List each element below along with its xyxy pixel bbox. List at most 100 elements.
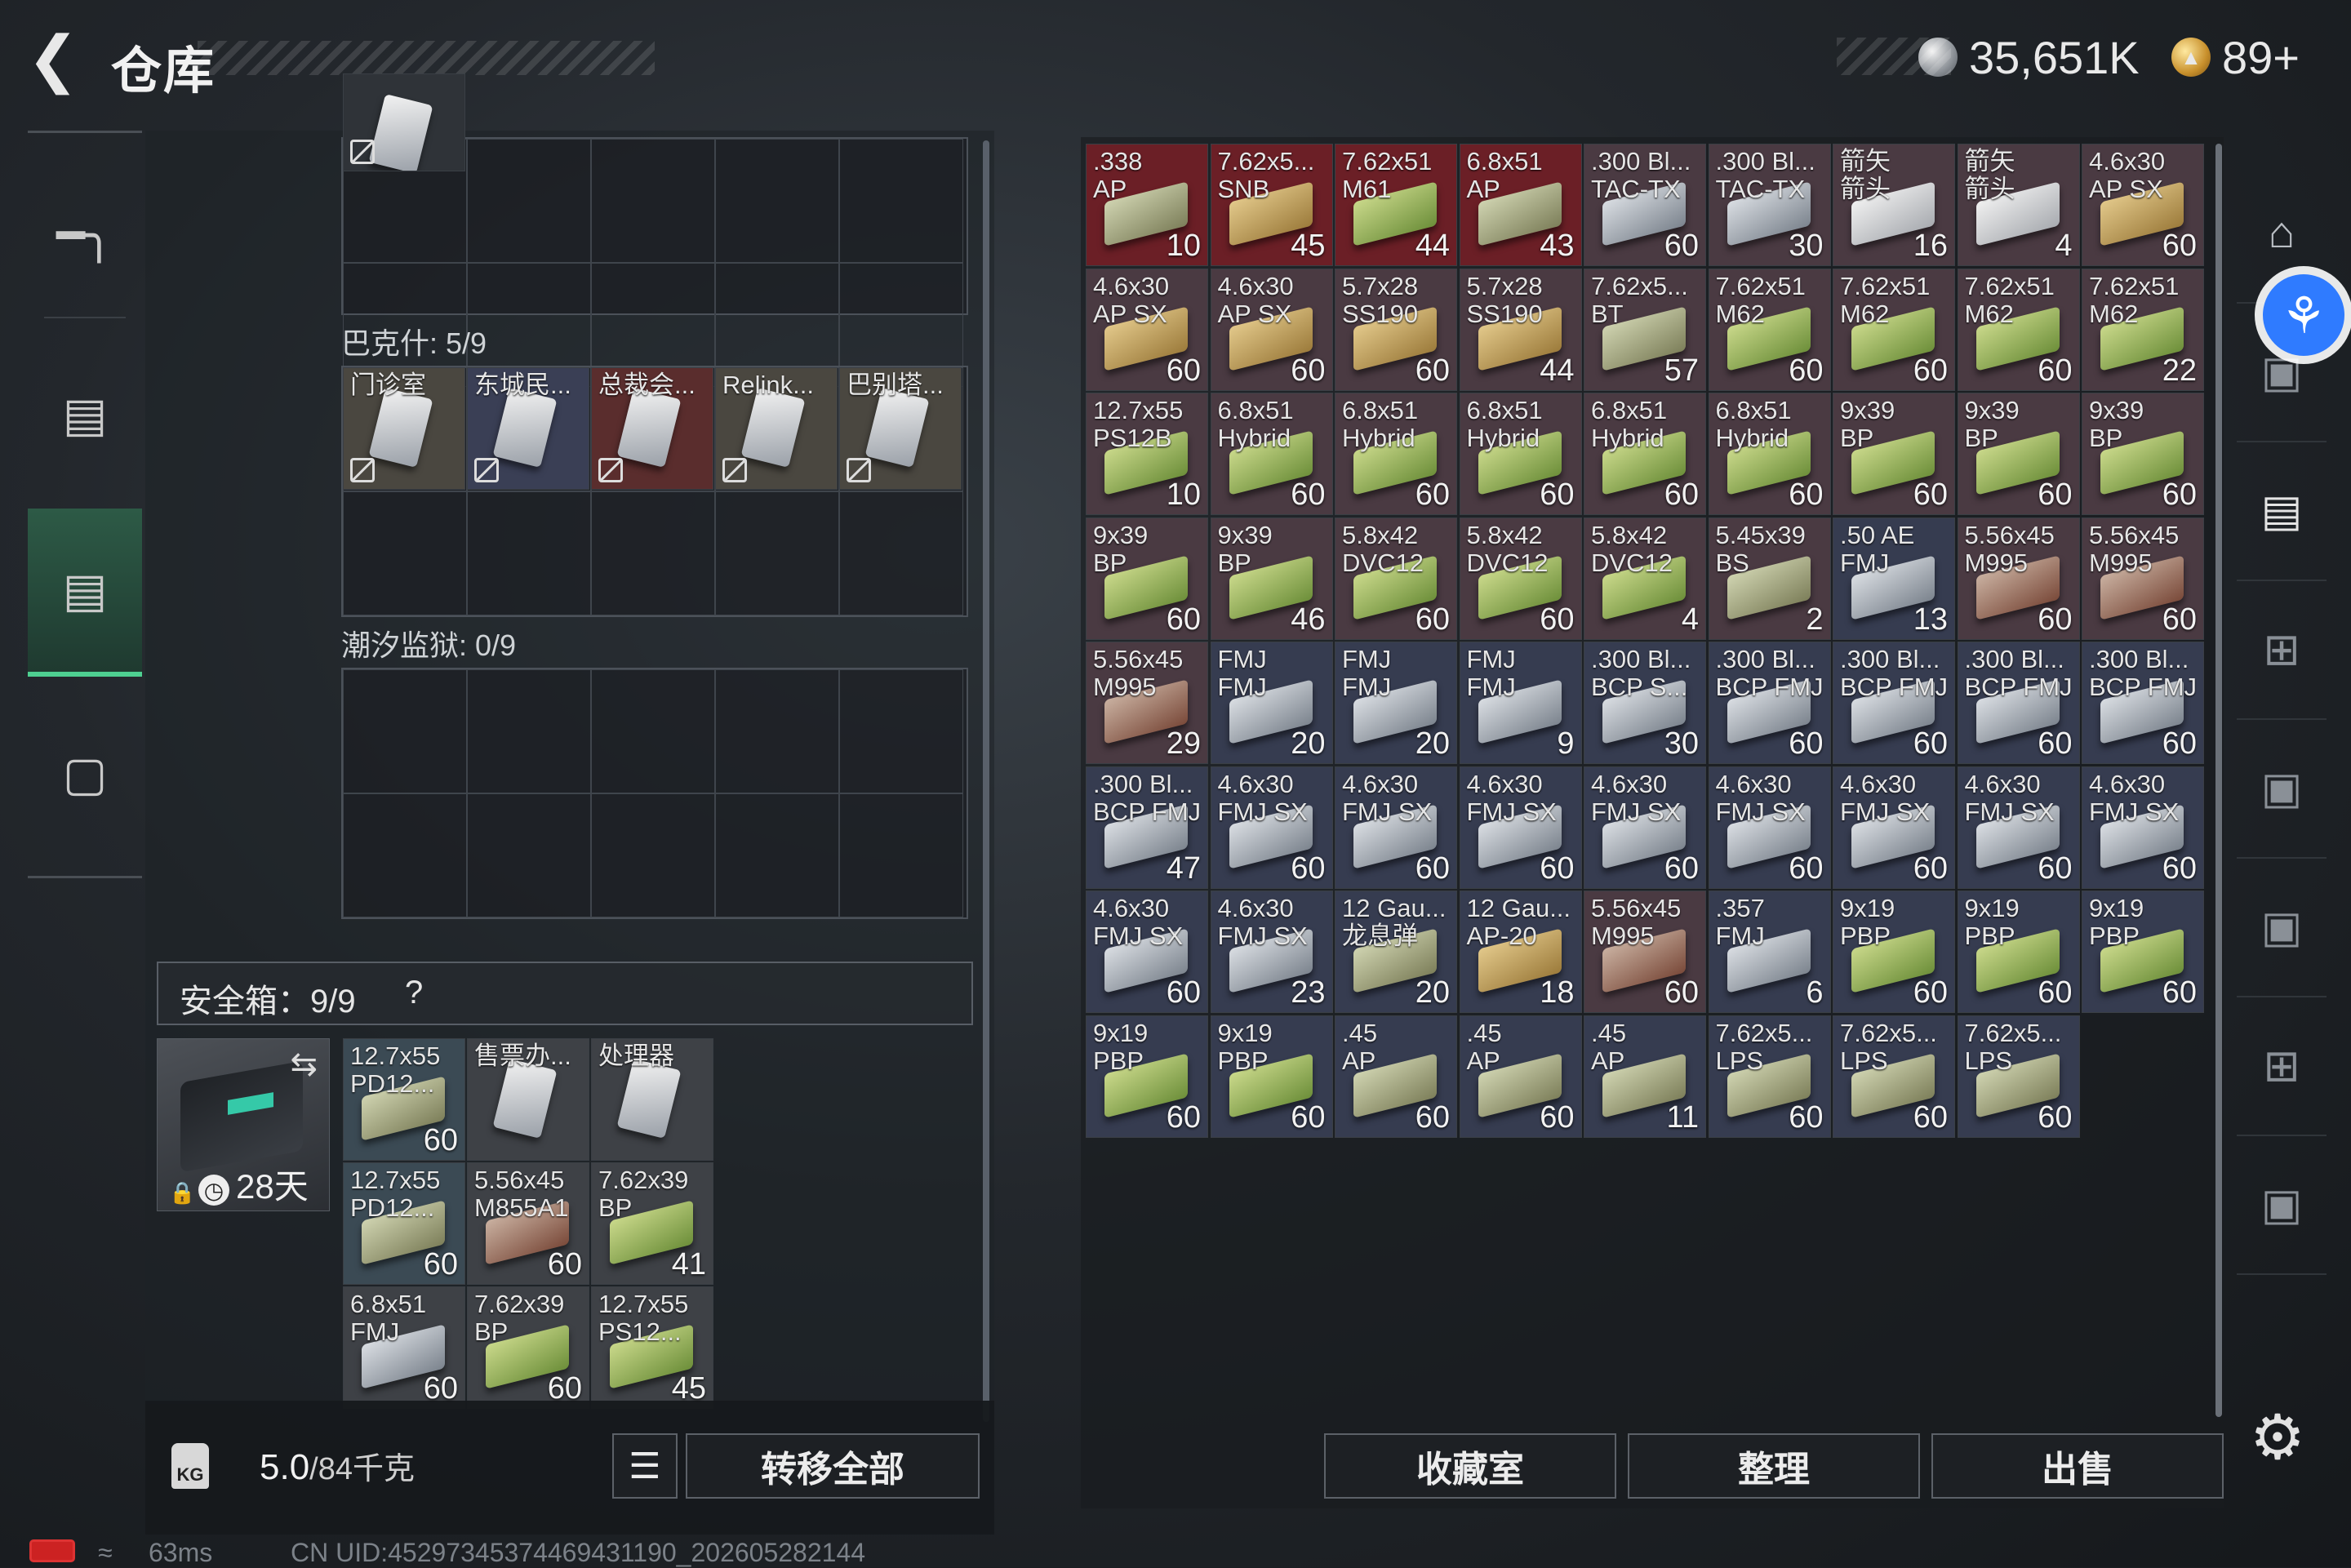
empty-slot[interactable] xyxy=(343,669,467,793)
item-slot[interactable]: 门诊室 xyxy=(343,367,465,490)
item-slot[interactable]: 7.62x51 M62 60 xyxy=(1708,268,1831,391)
storage-tab-iv-2[interactable]: ▣ xyxy=(2237,718,2327,859)
empty-slot[interactable] xyxy=(839,139,963,263)
empty-slot[interactable] xyxy=(839,793,963,917)
item-slot[interactable]: .300 Bl... TAC-TX 60 xyxy=(1584,144,1706,266)
item-slot[interactable]: 9x19 PBP 60 xyxy=(1957,891,2080,1013)
item-slot[interactable]: 12 Gau... AP-20 18 xyxy=(1459,891,1582,1013)
empty-slot[interactable] xyxy=(467,793,591,917)
item-slot[interactable]: 9x19 PBP 60 xyxy=(2082,891,2204,1013)
item-slot[interactable]: 6.8x51 Hybrid 60 xyxy=(1708,393,1831,515)
item-slot[interactable]: .300 Bl... BCP FMJ 60 xyxy=(1957,642,2080,764)
item-slot[interactable]: 12.7x55 PS12B 10 xyxy=(1086,393,1208,515)
item-slot[interactable]: 5.56x45 M995 29 xyxy=(1086,642,1208,764)
item-slot[interactable]: 6.8x51 Hybrid 60 xyxy=(1210,393,1333,515)
item-slot[interactable]: .300 Bl... BCP FMJ 60 xyxy=(1833,642,1955,764)
item-slot[interactable]: 4.6x30 FMJ SX 60 xyxy=(1210,766,1333,889)
empty-slot[interactable] xyxy=(715,669,839,793)
item-slot[interactable]: .300 Bl... BCP S... 30 xyxy=(1584,642,1706,764)
item-slot[interactable] xyxy=(343,73,465,171)
item-slot[interactable]: 东城民... xyxy=(467,367,589,490)
item-slot[interactable]: 4.6x30 FMJ SX 60 xyxy=(1708,766,1831,889)
accessibility-icon[interactable]: ⚘ xyxy=(2263,274,2344,356)
item-slot[interactable]: .300 Bl... BCP FMJ 60 xyxy=(2082,642,2204,764)
item-slot[interactable]: 总裁会... xyxy=(591,367,713,490)
item-slot[interactable]: 5.56x45 M855A1 60 xyxy=(467,1162,589,1285)
storage-scrollbar[interactable] xyxy=(2215,144,2222,1417)
container-scrollbar[interactable] xyxy=(983,140,989,1422)
item-slot[interactable]: 9x19 PBP 60 xyxy=(1210,1015,1333,1138)
item-slot[interactable]: 4.6x30 FMJ SX 60 xyxy=(1086,891,1208,1013)
item-slot[interactable]: 7.62x5... LPS 60 xyxy=(1708,1015,1831,1138)
empty-slot[interactable] xyxy=(343,491,467,615)
item-slot[interactable]: 7.62x5... SNB 45 xyxy=(1210,144,1333,266)
item-slot[interactable]: 9x19 PBP 60 xyxy=(1086,1015,1208,1138)
item-slot[interactable]: 12.7x55 PD12... 60 xyxy=(343,1038,465,1161)
item-slot[interactable]: 12 Gau... 龙息弹 20 xyxy=(1335,891,1457,1013)
empty-slot[interactable] xyxy=(715,139,839,263)
item-slot[interactable]: 5.8x42 DVC12 60 xyxy=(1335,517,1457,640)
item-slot[interactable]: 9x39 BP 60 xyxy=(1086,517,1208,640)
item-slot[interactable]: .50 AE FMJ 13 xyxy=(1833,517,1955,640)
sidebar-item-backpack[interactable]: ▤ xyxy=(28,333,142,496)
item-slot[interactable]: .45 AP 60 xyxy=(1459,1015,1582,1138)
item-slot[interactable]: Relink... xyxy=(715,367,838,490)
item-slot[interactable]: 6.8x51 Hybrid 60 xyxy=(1584,393,1706,515)
item-slot[interactable]: 7.62x39 BP 60 xyxy=(467,1286,589,1409)
safe-box-case[interactable]: ⇆ 🔒 ◷ 28天 xyxy=(157,1038,330,1211)
collection-room-button[interactable]: 收藏室 xyxy=(1324,1433,1616,1499)
item-slot[interactable]: .300 Bl... BCP FMJ 47 xyxy=(1086,766,1208,889)
sell-button[interactable]: 出售 xyxy=(1931,1433,2224,1499)
item-slot[interactable]: 5.8x42 DVC12 60 xyxy=(1459,517,1582,640)
empty-slot[interactable] xyxy=(715,793,839,917)
item-slot[interactable]: 7.62x39 BP 41 xyxy=(591,1162,713,1285)
item-slot[interactable]: 4.6x30 FMJ SX 60 xyxy=(1833,766,1955,889)
item-slot[interactable]: 6.8x51 Hybrid 60 xyxy=(1335,393,1457,515)
help-icon[interactable]: ? xyxy=(405,975,423,1011)
item-slot[interactable]: 5.7x28 SS190 60 xyxy=(1335,268,1457,391)
back-arrow-icon[interactable]: ❮ xyxy=(24,24,82,94)
item-slot[interactable]: 5.7x28 SS190 44 xyxy=(1459,268,1582,391)
empty-slot[interactable] xyxy=(591,139,715,263)
empty-slot[interactable] xyxy=(467,669,591,793)
item-slot[interactable]: 箭矢 箭头 16 xyxy=(1833,144,1955,266)
item-slot[interactable]: 9x39 BP 60 xyxy=(2082,393,2204,515)
item-slot[interactable]: .300 Bl... BCP FMJ 60 xyxy=(1708,642,1831,764)
item-slot[interactable]: 箭矢 箭头 4 xyxy=(1957,144,2080,266)
storage-tab-iv-active[interactable]: ▤ xyxy=(2237,441,2327,581)
item-slot[interactable]: 处理器 xyxy=(591,1038,713,1161)
empty-slot[interactable] xyxy=(839,491,963,615)
swap-icon[interactable]: ⇆ xyxy=(290,1046,318,1083)
item-slot[interactable]: 售票办... xyxy=(467,1038,589,1161)
item-slot[interactable]: .357 FMJ 6 xyxy=(1708,891,1831,1013)
item-slot[interactable]: 9x39 BP 60 xyxy=(1833,393,1955,515)
sidebar-item-weapon[interactable]: ━╮ xyxy=(28,153,142,317)
empty-slot[interactable] xyxy=(715,491,839,615)
item-slot[interactable]: 7.62x51 M61 44 xyxy=(1335,144,1457,266)
item-slot[interactable]: 7.62x51 M62 60 xyxy=(1957,268,2080,391)
item-slot[interactable]: 5.56x45 M995 60 xyxy=(2082,517,2204,640)
sort-button[interactable]: 整理 xyxy=(1628,1433,1920,1499)
item-slot[interactable]: 6.8x51 FMJ 60 xyxy=(343,1286,465,1409)
transfer-all-button[interactable]: 转移全部 xyxy=(686,1433,980,1499)
item-slot[interactable]: .300 Bl... TAC-TX 30 xyxy=(1708,144,1831,266)
storage-tab-iv-4[interactable]: ▣ xyxy=(2237,1135,2327,1275)
item-slot[interactable]: 4.6x30 FMJ SX 23 xyxy=(1210,891,1333,1013)
item-slot[interactable]: 9x19 PBP 60 xyxy=(1833,891,1955,1013)
sidebar-item-storage[interactable]: ▤ xyxy=(28,509,142,677)
storage-tab-iv-3[interactable]: ▣ xyxy=(2237,857,2327,997)
item-slot[interactable]: 6.8x51 Hybrid 60 xyxy=(1459,393,1582,515)
item-slot[interactable]: 7.62x51 M62 60 xyxy=(1833,268,1955,391)
item-slot[interactable]: 4.6x30 AP SX 60 xyxy=(1210,268,1333,391)
empty-slot[interactable] xyxy=(591,793,715,917)
item-slot[interactable]: 4.6x30 FMJ SX 60 xyxy=(2082,766,2204,889)
item-slot[interactable]: 7.62x5... BT 57 xyxy=(1584,268,1706,391)
empty-slot[interactable] xyxy=(467,491,591,615)
item-slot[interactable]: 巴别塔... xyxy=(839,367,962,490)
item-slot[interactable]: 7.62x51 M62 22 xyxy=(2082,268,2204,391)
item-slot[interactable]: 12.7x55 PS12... 45 xyxy=(591,1286,713,1409)
item-slot[interactable]: 4.6x30 AP SX 60 xyxy=(2082,144,2204,266)
item-slot[interactable]: 7.62x5... LPS 60 xyxy=(1957,1015,2080,1138)
item-slot[interactable]: 9x39 BP 46 xyxy=(1210,517,1333,640)
empty-slot[interactable] xyxy=(591,669,715,793)
